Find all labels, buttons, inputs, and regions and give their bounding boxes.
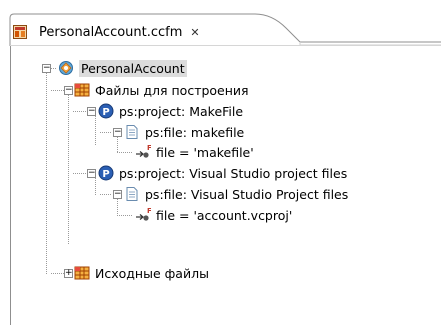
collapse-project-vs-toggle[interactable]: − [87,169,96,178]
tree-node-build-files[interactable]: Файлы для построения [74,80,249,100]
tree-node-attr-makefile[interactable]: F file = 'makefile' [135,142,254,162]
tree-label-project-vs: ps:project: Visual Studio project files [119,165,348,181]
collapse-project-makefile-toggle[interactable]: − [87,107,96,116]
tree-label-attr-makefile: file = 'makefile' [156,144,254,160]
tree-label-file-vs: ps:file: Visual Studio Project files [145,186,349,202]
svg-text:F: F [147,144,151,152]
tree-label-root: PersonalAccount [79,59,187,77]
tree-label-build-files: Файлы для построения [95,82,249,98]
svg-text:F: F [147,207,151,215]
tree-node-project-makefile[interactable]: P ps:project: MakeFile [98,101,243,121]
tab-strip: PersonalAccount.ccfm ✕ [0,0,441,46]
folder-grid-icon [74,82,90,98]
outline-tree: − − − − − − + PersonalAccount Файлы для … [10,46,441,325]
attribute-f-icon: F [135,207,152,223]
svg-text:P: P [102,107,109,118]
collapse-file-vs-toggle[interactable]: − [113,190,122,199]
tab-personal-account[interactable]: PersonalAccount.ccfm ✕ [12,21,200,43]
tree-node-file-vs[interactable]: ps:file: Visual Studio Project files [124,184,348,204]
svg-text:P: P [102,169,109,180]
tree-node-root[interactable]: PersonalAccount [58,58,187,78]
tree-label-source-files: Исходные файлы [95,265,209,281]
collapse-build-files-toggle[interactable]: − [64,86,73,95]
tree-node-attr-vs[interactable]: F file = 'account.vcproj' [135,205,292,225]
folder-grid-icon [74,265,90,281]
tree-label-project-makefile: ps:project: MakeFile [119,103,244,119]
tree-node-file-makefile[interactable]: ps:file: makefile [124,122,244,142]
collapse-root-toggle[interactable]: − [42,64,51,73]
tab-title: PersonalAccount.ccfm [39,24,183,40]
expand-source-files-toggle[interactable]: + [64,269,73,278]
tree-node-source-files[interactable]: Исходные файлы [74,263,209,283]
tree-label-file-makefile: ps:file: makefile [145,124,245,140]
ccfm-file-icon [12,24,28,40]
editor-window: PersonalAccount.ccfm ✕ − − − − − − + Per… [0,0,441,325]
tree-label-attr-vs: file = 'account.vcproj' [156,207,293,223]
close-icon[interactable]: ✕ [190,26,199,39]
project-p-icon: P [98,103,114,119]
document-icon [124,186,140,202]
project-p-icon: P [98,165,114,181]
tree-node-project-vs[interactable]: P ps:project: Visual Studio project file… [98,163,347,183]
attribute-f-icon: F [135,144,152,160]
component-icon [58,60,74,76]
document-icon [124,124,140,140]
collapse-file-makefile-toggle[interactable]: − [113,128,122,137]
